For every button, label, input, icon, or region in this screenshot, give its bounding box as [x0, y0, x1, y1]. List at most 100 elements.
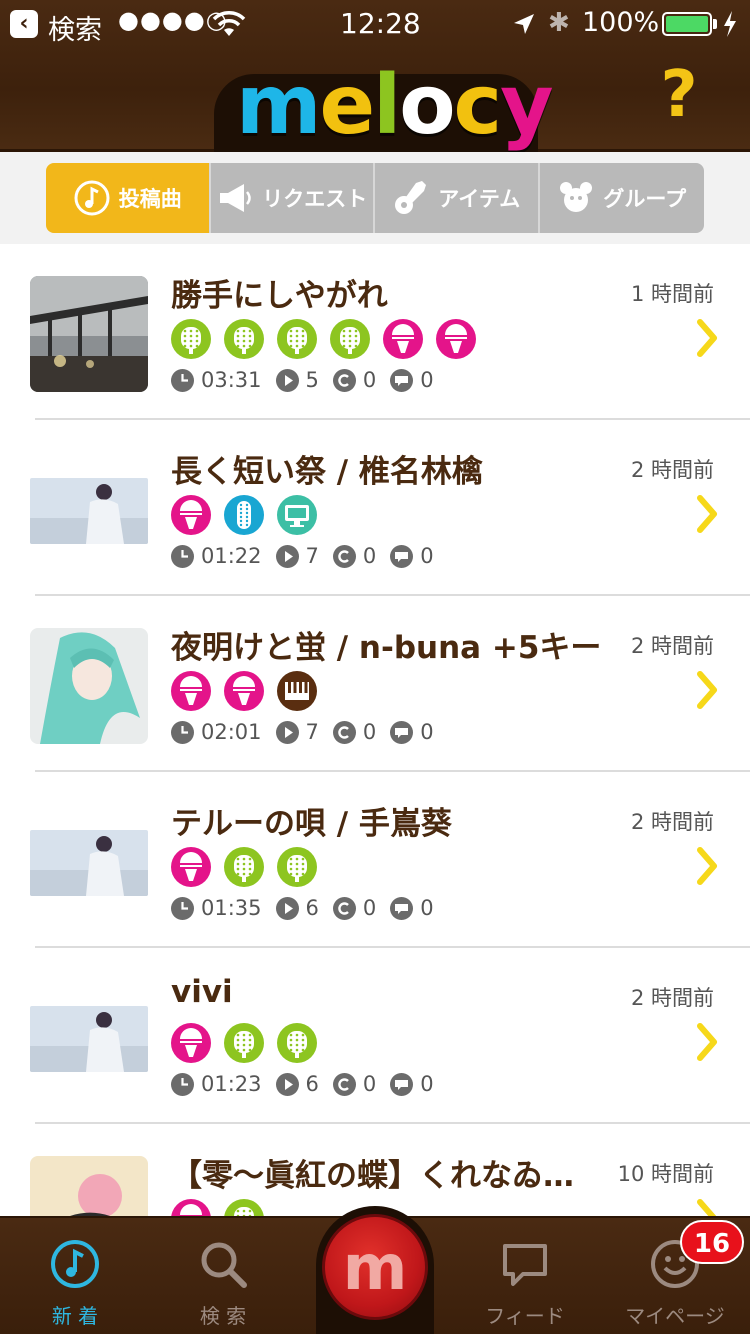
record-button-logo: m — [342, 1231, 408, 1304]
comment-icon — [390, 544, 414, 568]
guitar-part-icon — [277, 319, 317, 359]
back-app-label[interactable]: 検索 — [48, 8, 102, 47]
list-item[interactable]: 長く短い祭 / 椎名林檎 2 時間前 01:22 7 0 0 — [0, 420, 750, 596]
collab-icon — [332, 544, 356, 568]
post-thumbnail — [30, 1156, 148, 1216]
list-item[interactable]: 勝手にしやがれ 1 時間前 03:31 5 0 0 — [0, 244, 750, 420]
guitar-part-icon — [224, 1199, 264, 1216]
stat-comments: 0 — [390, 1072, 434, 1096]
post-thumbnail — [30, 276, 148, 392]
battery-icon — [662, 12, 712, 36]
thumbnail-frame — [30, 478, 148, 544]
tab-label: 投稿曲 — [118, 187, 182, 211]
post-time-ago: 2 時間前 — [630, 634, 714, 658]
tab-guitar[interactable]: アイテム — [375, 163, 540, 233]
post-thumbnail — [30, 478, 148, 544]
post-time-ago: 10 時間前 — [617, 1162, 714, 1186]
search-icon — [201, 1242, 247, 1288]
tab-megaphone[interactable]: リクエスト — [210, 163, 375, 233]
piano-part-icon — [277, 671, 317, 711]
chevron-right-icon[interactable] — [696, 318, 720, 358]
guitar-part-icon — [224, 1023, 264, 1063]
chevron-right-icon[interactable] — [696, 494, 720, 534]
stat-duration: 01:22 — [171, 544, 262, 568]
nav-label: フィード — [485, 1304, 565, 1328]
stat-duration: 03:31 — [171, 368, 262, 392]
thumbnail-frame — [30, 628, 148, 744]
post-time-ago: 1 時間前 — [630, 282, 714, 306]
nav-label: 検 索 — [199, 1304, 247, 1328]
thumbnail-frame — [30, 1006, 148, 1072]
music-note-icon — [74, 180, 110, 216]
guitar-part-icon — [224, 319, 264, 359]
record-button[interactable]: m — [322, 1214, 428, 1320]
comment-icon — [390, 720, 414, 744]
thumbnail-frame — [30, 1156, 148, 1216]
list-item[interactable]: テルーの唄 / 手嶌葵 2 時間前 01:35 6 0 0 — [0, 772, 750, 948]
category-tabs: 投稿曲 リクエスト アイテム グループ — [46, 163, 704, 233]
stat-value: 7 — [305, 544, 319, 568]
stat-collabs: 0 — [332, 1072, 377, 1096]
stat-value: 0 — [362, 1072, 377, 1096]
chevron-right-icon[interactable] — [696, 1198, 720, 1216]
nav-speech-bubble[interactable]: フィード — [450, 1218, 600, 1334]
list-item[interactable]: 夜明けと蛍 / n-buna +5キー 2 時間前 02:01 7 0 0 — [0, 596, 750, 772]
post-time-ago: 2 時間前 — [630, 810, 714, 834]
speech-bubble-icon — [503, 1244, 547, 1286]
logo-letter: m — [236, 58, 321, 153]
charging-bolt-icon — [724, 11, 736, 37]
status-bar: ‹ 検索 ●●●●○ 12:28 ✱ 100% — [0, 0, 750, 50]
stat-comments: 0 — [390, 368, 434, 392]
part-badges — [171, 319, 476, 359]
stat-value: 0 — [420, 368, 434, 392]
mic-part-icon — [171, 495, 211, 535]
post-time-ago: 2 時間前 — [630, 986, 714, 1010]
stat-value: 0 — [420, 1072, 434, 1096]
stat-duration: 01:23 — [171, 1072, 262, 1096]
logo-letter: c — [453, 58, 503, 153]
stat-value: 0 — [420, 720, 434, 744]
mic-part-icon — [171, 847, 211, 887]
tab-music-note[interactable]: 投稿曲 — [46, 163, 211, 233]
back-to-app-icon[interactable]: ‹ — [10, 10, 38, 38]
logo-letter: l — [373, 58, 401, 153]
mic-part-icon — [383, 319, 423, 359]
play-icon — [275, 896, 299, 920]
clock-icon — [171, 368, 194, 392]
post-title: 【零～眞紅の蝶】くれなゐ… — [171, 1158, 574, 1194]
chevron-right-icon[interactable] — [696, 670, 720, 710]
tab-group[interactable]: グループ — [539, 163, 704, 233]
stat-plays: 7 — [275, 720, 319, 744]
stat-value: 0 — [362, 544, 377, 568]
melocy-logo: melocy — [236, 58, 554, 153]
stat-comments: 0 — [390, 720, 434, 744]
stat-collabs: 0 — [332, 368, 376, 392]
clock-icon — [171, 720, 194, 744]
comment-icon — [390, 896, 414, 920]
help-icon[interactable]: ? — [656, 60, 702, 130]
play-icon — [275, 720, 299, 744]
list-item[interactable]: 【零～眞紅の蝶】くれなゐ… 10 時間前 — [0, 1124, 750, 1216]
megaphone-icon — [220, 184, 251, 212]
list-item[interactable]: vivi 2 時間前 01:23 6 0 0 — [0, 948, 750, 1124]
chevron-right-icon[interactable] — [696, 1022, 720, 1062]
stat-plays: 6 — [275, 1072, 319, 1096]
collab-icon — [332, 368, 356, 392]
guitar-part-icon — [277, 847, 317, 887]
stat-duration: 02:01 — [171, 720, 262, 744]
guitar-icon — [395, 181, 427, 214]
nav-search[interactable]: 検 索 — [148, 1218, 298, 1334]
location-arrow-icon — [514, 14, 534, 34]
post-title: 夜明けと蛍 / n-buna +5キー — [171, 630, 602, 666]
part-badges — [171, 495, 317, 535]
stat-value: 7 — [305, 720, 319, 744]
post-thumbnail — [30, 628, 148, 744]
nav-music-note[interactable]: 新 着 — [0, 1218, 150, 1334]
stat-collabs: 0 — [332, 544, 377, 568]
post-list[interactable]: 勝手にしやがれ 1 時間前 03:31 5 0 0 長く短い祭 / 椎名林檎 2 時間前 01:… — [0, 244, 750, 1216]
bluetooth-icon: ✱ — [548, 8, 570, 38]
chevron-right-icon[interactable] — [696, 846, 720, 886]
post-title: テルーの唄 / 手嶌葵 — [171, 806, 452, 842]
logo-letter: e — [319, 58, 375, 153]
post-stats: 01:23 6 0 0 — [171, 1072, 448, 1096]
